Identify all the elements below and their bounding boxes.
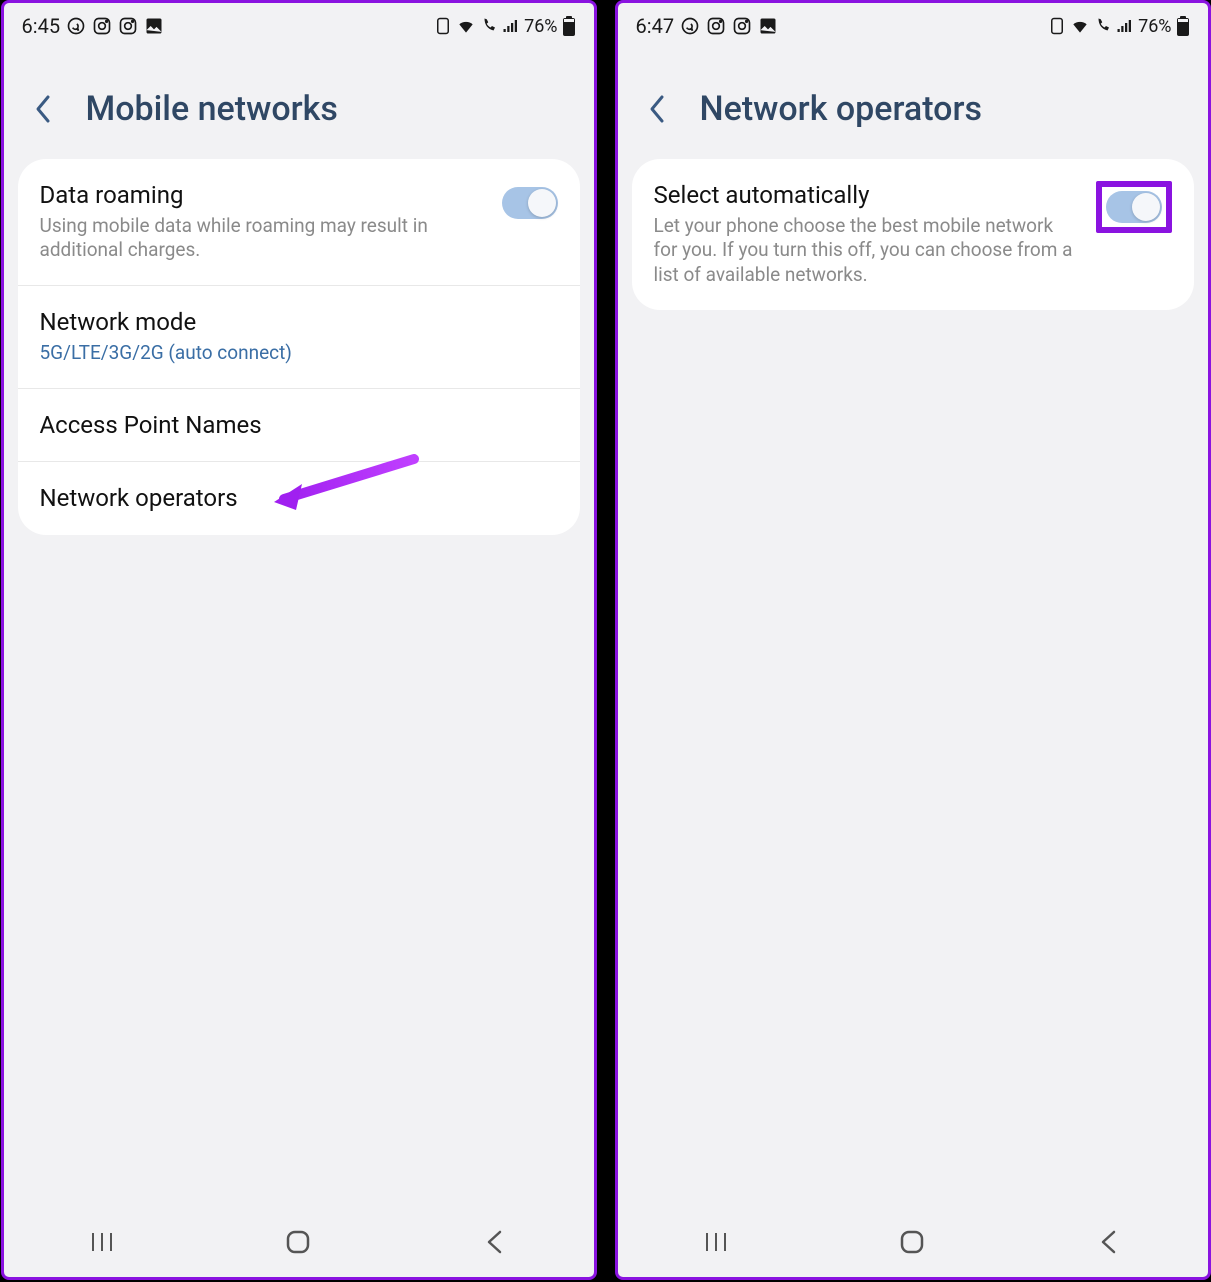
wifi-icon — [1070, 16, 1090, 36]
page-title: Network operators — [700, 89, 982, 129]
network-mode-sub: 5G/LTE/3G/2G (auto connect) — [40, 341, 558, 366]
signal-icon — [1116, 17, 1134, 35]
instagram-icon — [118, 16, 138, 36]
status-bar: 6:45 — [4, 3, 594, 49]
volte-icon — [480, 17, 498, 35]
select-auto-sub: Let your phone choose the best mobile ne… — [654, 214, 1080, 288]
whatsapp-icon — [680, 16, 700, 36]
recents-button[interactable] — [82, 1222, 122, 1262]
status-time: 6:45 — [22, 14, 61, 38]
signal-icon — [502, 17, 520, 35]
instagram-icon — [706, 16, 726, 36]
network-mode-row[interactable]: Network mode 5G/LTE/3G/2G (auto connect) — [18, 286, 580, 388]
status-bar: 6:47 — [618, 3, 1208, 49]
image-icon — [144, 16, 164, 36]
header: Network operators — [618, 49, 1208, 159]
network-operators-row[interactable]: Network operators — [18, 462, 580, 535]
whatsapp-icon — [66, 16, 86, 36]
image-icon — [758, 16, 778, 36]
phone-right: 6:47 — [615, 0, 1211, 1280]
data-roaming-toggle[interactable] — [502, 187, 558, 219]
network-operators-title: Network operators — [40, 484, 558, 513]
back-nav-button[interactable] — [475, 1222, 515, 1262]
apn-title: Access Point Names — [40, 411, 558, 440]
page-title: Mobile networks — [86, 89, 338, 129]
network-mode-title: Network mode — [40, 308, 558, 337]
home-button[interactable] — [892, 1222, 932, 1262]
phone-left: 6:45 — [1, 0, 597, 1280]
data-roaming-sub: Using mobile data while roaming may resu… — [40, 214, 486, 263]
back-nav-button[interactable] — [1089, 1222, 1129, 1262]
wifi-icon — [456, 16, 476, 36]
data-roaming-title: Data roaming — [40, 181, 486, 210]
back-button[interactable] — [644, 95, 672, 123]
battery-icon — [562, 16, 576, 36]
alarm-icon — [434, 17, 452, 35]
home-button[interactable] — [278, 1222, 318, 1262]
select-automatically-row[interactable]: Select automatically Let your phone choo… — [632, 159, 1194, 310]
volte-icon — [1094, 17, 1112, 35]
data-roaming-row[interactable]: Data roaming Using mobile data while roa… — [18, 159, 580, 286]
apn-row[interactable]: Access Point Names — [18, 389, 580, 463]
battery-icon — [1176, 16, 1190, 36]
header: Mobile networks — [4, 49, 594, 159]
instagram-icon — [732, 16, 752, 36]
battery-percent: 76% — [524, 16, 557, 37]
recents-button[interactable] — [696, 1222, 736, 1262]
toggle-highlight — [1096, 181, 1172, 233]
nav-bar — [618, 1207, 1208, 1277]
alarm-icon — [1048, 17, 1066, 35]
status-time: 6:47 — [636, 14, 675, 38]
select-auto-title: Select automatically — [654, 181, 1080, 210]
instagram-icon — [92, 16, 112, 36]
battery-percent: 76% — [1138, 16, 1171, 37]
nav-bar — [4, 1207, 594, 1277]
settings-card: Select automatically Let your phone choo… — [632, 159, 1194, 310]
back-button[interactable] — [30, 95, 58, 123]
settings-card: Data roaming Using mobile data while roa… — [18, 159, 580, 535]
select-auto-toggle[interactable] — [1106, 191, 1162, 223]
